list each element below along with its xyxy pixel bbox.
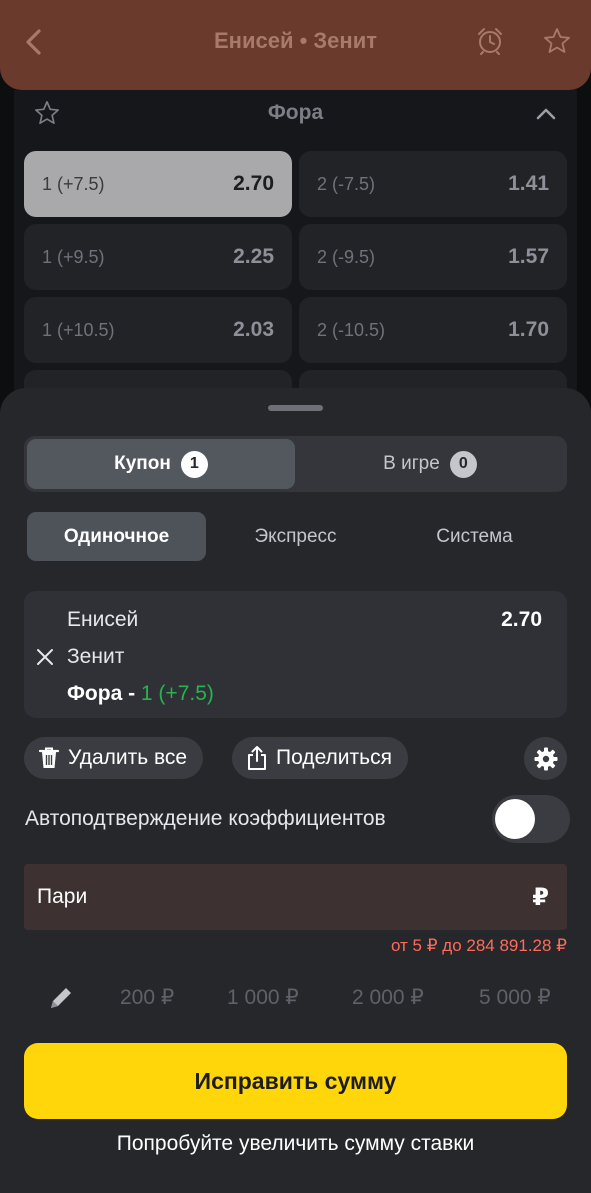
odd-label: 1 (+7.5): [42, 173, 105, 194]
match-header: Енисей • Зенит: [0, 0, 591, 90]
handicap-market: Фора 1 (+7.5) 2.70 2 (-7.5) 1.41 1 (+9.5…: [14, 90, 577, 436]
stake-hint: Попробуйте увеличить сумму ставки: [116, 1132, 475, 1155]
currency-symbol: ₽: [532, 884, 549, 911]
quick-amount-2000[interactable]: 2 000 ₽: [352, 985, 424, 1010]
alarm-clock-icon[interactable]: [476, 27, 504, 55]
bet-selection-value: 1 (+7.5): [140, 682, 214, 705]
odd-value: 1.70: [508, 318, 549, 341]
close-icon[interactable]: [36, 648, 54, 666]
odd-value: 1.41: [508, 172, 549, 195]
sheet-drag-handle[interactable]: [268, 405, 323, 411]
settings-button[interactable]: [524, 737, 567, 780]
bet-coefficient: 2.70: [501, 608, 542, 631]
delete-all-label: Удалить все: [68, 746, 188, 769]
market-title: Фора: [267, 101, 324, 124]
tab-label: Купон: [114, 453, 171, 474]
share-button[interactable]: Поделиться: [232, 737, 408, 779]
tab-label: В игре: [383, 453, 440, 474]
odd-label: 1 (+9.5): [42, 246, 105, 267]
odd-button[interactable]: 2 (-7.5) 1.41: [299, 151, 567, 217]
odd-label: 2 (-7.5): [317, 173, 376, 194]
stake-input[interactable]: Пари ₽: [24, 864, 567, 930]
trash-icon: [38, 747, 60, 768]
odd-label: 2 (-9.5): [317, 246, 376, 267]
odd-label: 2 (-10.5): [317, 319, 386, 340]
odd-button[interactable]: 1 (+7.5) 2.70: [24, 151, 292, 217]
bet-slip-sheet: Купон 1 В игре 0 Одиночное Экспресс Сист…: [0, 388, 591, 1193]
odd-label: 1 (+10.5): [42, 319, 115, 340]
delete-all-button[interactable]: Удалить все: [24, 737, 204, 779]
auto-confirm-toggle[interactable]: [492, 795, 570, 843]
pencil-icon[interactable]: [46, 983, 76, 1013]
stake-range-error: от 5 ₽ до 284 891.28 ₽: [390, 936, 567, 955]
odd-button[interactable]: 2 (-10.5) 1.70: [299, 297, 567, 363]
auto-confirm-label: Автоподтверждение коэффициентов: [25, 807, 386, 830]
share-icon: [248, 746, 266, 770]
odd-value: 2.70: [233, 172, 274, 195]
odd-value: 2.03: [233, 318, 274, 341]
share-label: Поделиться: [276, 746, 392, 769]
gear-icon: [534, 747, 557, 770]
coupon-count-badge: 1: [180, 450, 208, 478]
slip-tabs: Купон 1 В игре 0: [24, 436, 567, 492]
tab-coupon[interactable]: Купон 1: [27, 439, 295, 489]
in-play-count-badge: 0: [449, 450, 477, 478]
market-header[interactable]: Фора: [14, 90, 577, 138]
star-icon[interactable]: [543, 27, 571, 55]
toggle-knob: [495, 799, 535, 839]
quick-amount-5000[interactable]: 5 000 ₽: [479, 985, 551, 1010]
odd-button[interactable]: 1 (+10.5) 2.03: [24, 297, 292, 363]
bet-card: Енисей Зенит Фора - 1 (+7.5) 2.70: [24, 591, 567, 718]
bet-market: Фора -: [67, 682, 141, 705]
chevron-up-icon[interactable]: [535, 103, 557, 125]
bet-type-single[interactable]: Одиночное: [27, 512, 206, 561]
odd-button[interactable]: 1 (+9.5) 2.25: [24, 224, 292, 290]
bet-type-express[interactable]: Экспресс: [206, 512, 385, 561]
fix-amount-button[interactable]: Исправить сумму: [24, 1043, 567, 1119]
quick-amount-1000[interactable]: 1 000 ₽: [227, 985, 299, 1010]
team-home: Енисей: [67, 608, 139, 631]
odd-value: 2.25: [233, 245, 274, 268]
tab-in-play[interactable]: В игре 0: [296, 439, 564, 489]
team-away: Зенит: [67, 645, 125, 668]
quick-amount-200[interactable]: 200 ₽: [120, 985, 174, 1010]
bet-type-system[interactable]: Система: [385, 512, 564, 561]
stake-placeholder: Пари: [37, 885, 88, 908]
odd-button[interactable]: 2 (-9.5) 1.57: [299, 224, 567, 290]
bet-selection: Фора - 1 (+7.5): [67, 682, 214, 706]
odd-value: 1.57: [508, 245, 549, 268]
